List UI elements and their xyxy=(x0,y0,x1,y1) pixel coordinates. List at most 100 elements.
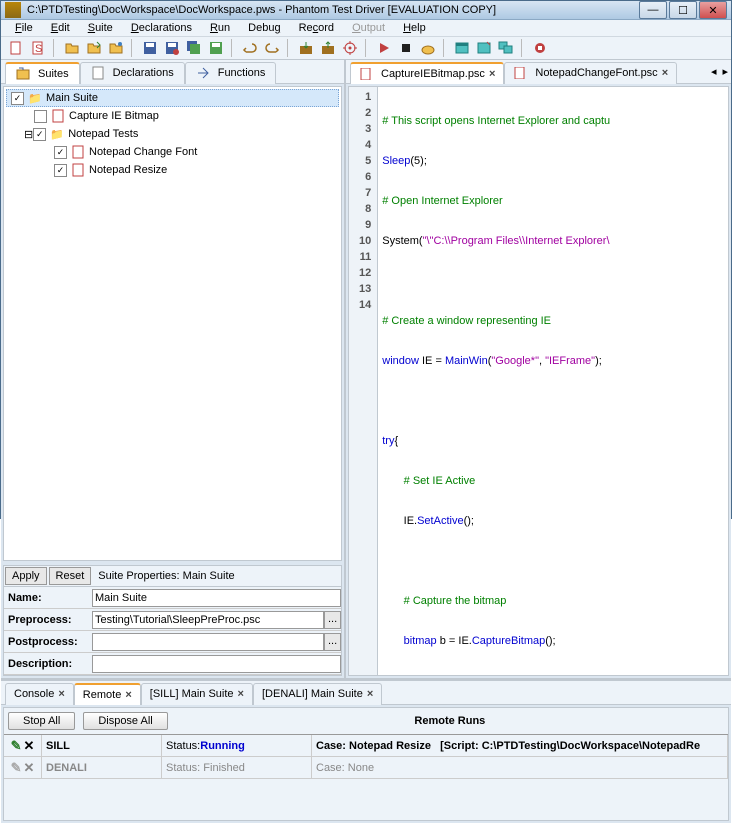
run-name: DENALI xyxy=(42,757,162,778)
window3-icon[interactable] xyxy=(497,39,515,57)
save-all-icon[interactable] xyxy=(185,39,203,57)
close-tab-icon[interactable]: × xyxy=(367,688,373,700)
remote-runs-table: ✎✕ SILL Status: Running Case: Notepad Re… xyxy=(4,734,728,779)
script-icon xyxy=(359,67,373,81)
svg-text:S: S xyxy=(35,43,42,55)
script-icon xyxy=(71,163,85,177)
browse-button[interactable]: ... xyxy=(324,633,341,651)
save-red-icon[interactable] xyxy=(163,39,181,57)
editor-tabbar: CaptureIEBitmap.psc× NotepadChangeFont.p… xyxy=(346,60,731,84)
new-script-icon[interactable]: S xyxy=(29,39,47,57)
window-title: C:\PTDTesting\DocWorkspace\DocWorkspace.… xyxy=(27,4,639,16)
stop-icon[interactable] xyxy=(397,39,415,57)
undo-icon[interactable] xyxy=(241,39,259,57)
tab-scroll-left-icon[interactable]: ◂ xyxy=(708,65,720,78)
tree-capture[interactable]: Capture IE Bitmap xyxy=(6,107,339,125)
tab-remote[interactable]: Remote × xyxy=(74,683,141,705)
menu-output[interactable]: Output xyxy=(344,20,393,36)
delete-icon[interactable]: ✕ xyxy=(24,738,35,754)
tab-suites[interactable]: Suites xyxy=(5,62,80,84)
description-input[interactable] xyxy=(92,655,341,673)
menu-edit[interactable]: Edit xyxy=(43,20,78,36)
tree-notepad[interactable]: ⊟ ✓📁Notepad Tests xyxy=(6,125,339,143)
close-button[interactable]: ✕ xyxy=(699,1,727,19)
import-icon[interactable] xyxy=(297,39,315,57)
bottom-tabbar: Console × Remote × [SILL] Main Suite × [… xyxy=(1,681,731,705)
tab-console[interactable]: Console × xyxy=(5,683,74,705)
tab-capture-script[interactable]: CaptureIEBitmap.psc× xyxy=(350,62,504,84)
tab-declarations[interactable]: Declarations xyxy=(80,62,185,84)
menu-declarations[interactable]: Declarations xyxy=(123,20,200,36)
edit-icon[interactable]: ✎ xyxy=(11,738,22,754)
run-icon[interactable] xyxy=(375,39,393,57)
checkbox[interactable] xyxy=(34,110,47,123)
close-tab-icon[interactable]: × xyxy=(662,67,668,79)
stop-all-button[interactable]: Stop All xyxy=(8,712,75,730)
checkbox[interactable]: ✓ xyxy=(33,128,46,141)
step-over-icon[interactable] xyxy=(419,39,437,57)
tab-notepad-script[interactable]: NotepadChangeFont.psc× xyxy=(504,62,677,84)
open-project-icon[interactable] xyxy=(107,39,125,57)
save-icon[interactable] xyxy=(141,39,159,57)
table-row[interactable]: ✎✕ SILL Status: Running Case: Notepad Re… xyxy=(4,735,728,757)
dispose-all-button[interactable]: Dispose All xyxy=(83,712,167,730)
run-status: Status: Finished xyxy=(162,757,312,778)
checkbox[interactable]: ✓ xyxy=(11,92,24,105)
table-row[interactable]: ✎✕ DENALI Status: Finished Case: None xyxy=(4,757,728,779)
tab-denali[interactable]: [DENALI] Main Suite × xyxy=(253,683,382,705)
menu-run[interactable]: Run xyxy=(202,20,238,36)
description-label: Description: xyxy=(4,658,92,670)
line-gutter: 1234567891011121314 xyxy=(349,87,378,675)
tree-changefont[interactable]: ✓Notepad Change Font xyxy=(6,143,339,161)
suite-tree[interactable]: ✓📁Main Suite Capture IE Bitmap ⊟ ✓📁Notep… xyxy=(3,86,342,561)
tree-resize[interactable]: ✓Notepad Resize xyxy=(6,161,339,179)
tab-functions[interactable]: Functions xyxy=(185,62,277,84)
left-tabbar: Suites Declarations Functions xyxy=(1,60,344,84)
close-tab-icon[interactable]: × xyxy=(238,688,244,700)
record-stop-icon[interactable] xyxy=(531,39,549,57)
preprocess-input[interactable] xyxy=(92,611,324,629)
titlebar: C:\PTDTesting\DocWorkspace\DocWorkspace.… xyxy=(1,1,731,20)
close-tab-icon[interactable]: × xyxy=(58,688,64,700)
maximize-button[interactable]: ☐ xyxy=(669,1,697,19)
reset-button[interactable]: Reset xyxy=(49,567,92,585)
checkbox[interactable]: ✓ xyxy=(54,146,67,159)
tree-main-suite[interactable]: ✓📁Main Suite xyxy=(6,89,339,107)
window2-icon[interactable] xyxy=(475,39,493,57)
minimize-button[interactable]: — xyxy=(639,1,667,19)
open-folder-icon[interactable] xyxy=(85,39,103,57)
prop-title: Suite Properties: Main Suite xyxy=(92,568,240,584)
run-status: Status: Running xyxy=(162,735,312,756)
menu-file[interactable]: File xyxy=(7,20,41,36)
code-editor[interactable]: 1234567891011121314 # This script opens … xyxy=(348,86,729,676)
close-tab-icon[interactable]: × xyxy=(125,689,131,701)
name-input[interactable] xyxy=(92,589,341,607)
window-icon[interactable] xyxy=(453,39,471,57)
toolbar: S xyxy=(1,37,731,60)
save-green-icon[interactable] xyxy=(207,39,225,57)
postprocess-input[interactable] xyxy=(92,633,324,651)
new-file-icon[interactable] xyxy=(7,39,25,57)
close-tab-icon[interactable]: × xyxy=(489,68,495,80)
name-label: Name: xyxy=(4,592,92,604)
script-icon xyxy=(71,145,85,159)
export-icon[interactable] xyxy=(319,39,337,57)
browse-button[interactable]: ... xyxy=(324,611,341,629)
suite-icon xyxy=(16,67,30,81)
run-case: Case: Notepad Resize [Script: C:\PTDTest… xyxy=(312,735,728,756)
edit-icon[interactable]: ✎ xyxy=(11,760,22,776)
menu-help[interactable]: Help xyxy=(395,20,434,36)
tab-scroll-right-icon[interactable]: ▸ xyxy=(719,65,731,78)
checkbox[interactable]: ✓ xyxy=(54,164,67,177)
menu-debug[interactable]: Debug xyxy=(240,20,288,36)
apply-button[interactable]: Apply xyxy=(5,567,47,585)
redo-icon[interactable] xyxy=(263,39,281,57)
menu-record[interactable]: Record xyxy=(291,20,342,36)
tab-sill[interactable]: [SILL] Main Suite × xyxy=(141,683,253,705)
delete-icon[interactable]: ✕ xyxy=(24,760,35,776)
open-icon[interactable] xyxy=(63,39,81,57)
menu-suite[interactable]: Suite xyxy=(80,20,121,36)
target-icon[interactable] xyxy=(341,39,359,57)
code-content[interactable]: # This script opens Internet Explorer an… xyxy=(378,87,614,675)
postprocess-label: Postprocess: xyxy=(4,636,92,648)
